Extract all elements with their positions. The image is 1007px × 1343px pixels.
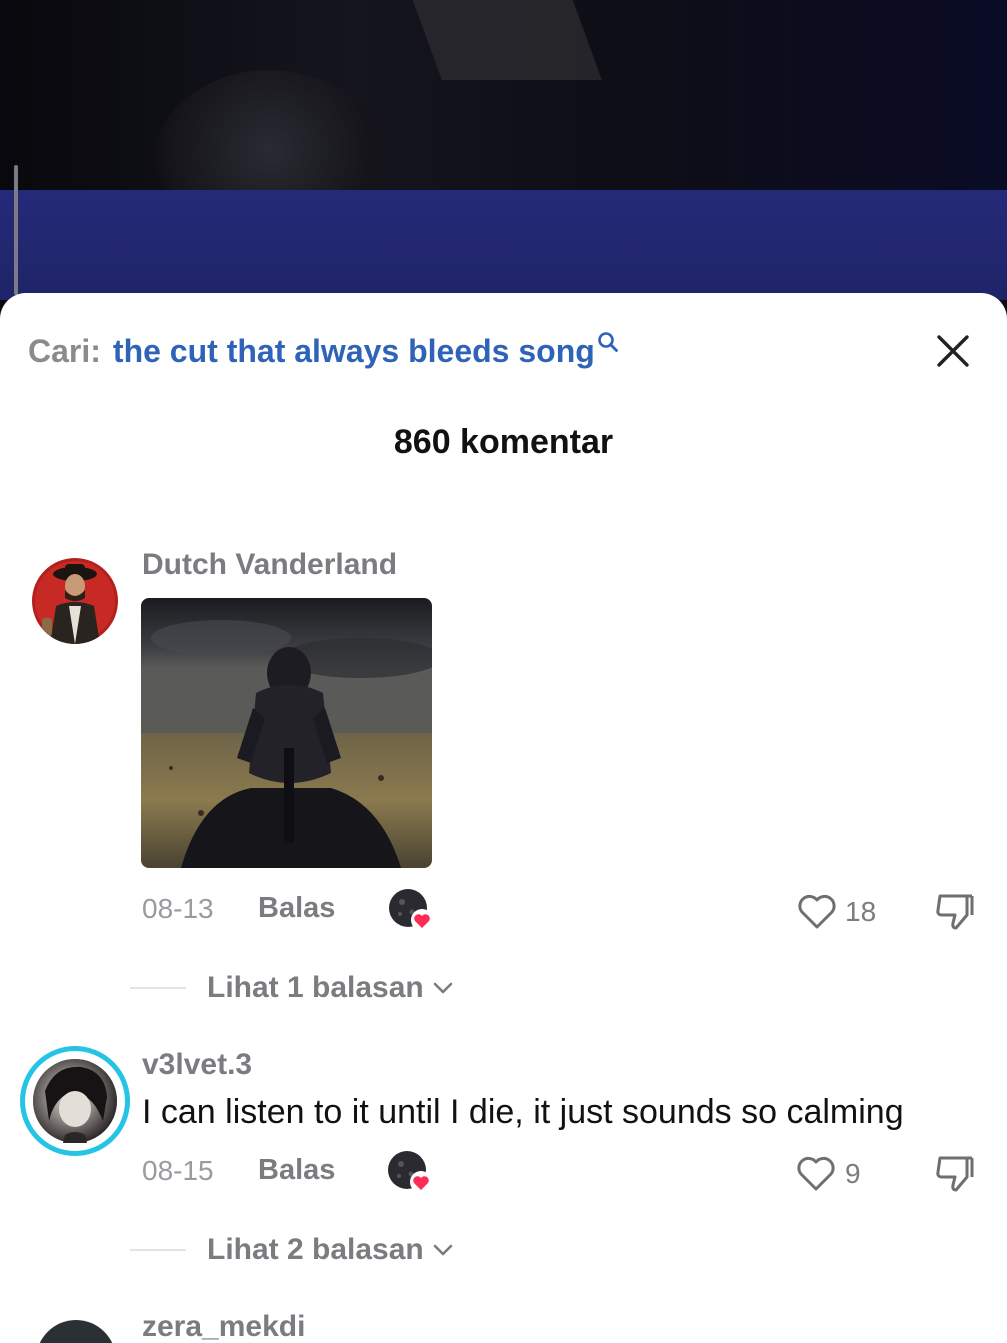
- comment-date: 08-13: [142, 893, 214, 924]
- chevron-down-icon: [432, 981, 454, 995]
- comments-sheet: Cari: the cut that always bleeds song 86…: [0, 293, 1007, 1343]
- replies-divider: [130, 987, 186, 989]
- heart-icon[interactable]: [797, 892, 837, 930]
- avatar[interactable]: [32, 558, 118, 644]
- creator-liked-icon: [388, 888, 434, 934]
- comment-username[interactable]: zera_mekdi: [142, 1310, 305, 1343]
- close-icon[interactable]: [935, 333, 971, 369]
- heart-icon[interactable]: [796, 1154, 836, 1192]
- like-count: 18: [845, 896, 877, 927]
- search-suggestion[interactable]: Cari: the cut that always bleeds song: [28, 323, 619, 379]
- comment-username[interactable]: Dutch Vanderland: [142, 548, 397, 582]
- view-replies-label: Lihat 1 balasan: [207, 971, 424, 1004]
- search-prefix: Cari:: [28, 332, 101, 369]
- reply-button[interactable]: Balas: [258, 1154, 335, 1187]
- search-query-link[interactable]: the cut that always bleeds song: [113, 333, 595, 370]
- dislike-icon[interactable]: [934, 891, 976, 931]
- comment-count: 860 komentar: [393, 423, 614, 461]
- comment-image[interactable]: [141, 598, 432, 868]
- view-replies-button[interactable]: Lihat 2 balasan: [130, 1230, 454, 1270]
- video-scrub-indicator[interactable]: [14, 165, 18, 295]
- avatar-story-ring[interactable]: [20, 1046, 130, 1156]
- comment-date: 08-15: [142, 1155, 214, 1186]
- avatar[interactable]: [36, 1320, 116, 1343]
- comment-text: I can listen to it until I die, it just …: [142, 1093, 904, 1131]
- dislike-icon[interactable]: [934, 1153, 976, 1193]
- view-replies-label: Lihat 2 balasan: [207, 1233, 424, 1266]
- replies-divider: [130, 1249, 186, 1251]
- video-player[interactable]: [0, 0, 1007, 300]
- comment-username[interactable]: v3lvet.3: [142, 1048, 252, 1082]
- view-replies-button[interactable]: Lihat 1 balasan: [130, 968, 454, 1008]
- video-frame-floor: [0, 190, 1007, 300]
- like-count: 9: [845, 1158, 861, 1189]
- search-icon: [597, 331, 619, 353]
- reply-button[interactable]: Balas: [258, 892, 335, 925]
- creator-liked-icon: [387, 1150, 433, 1196]
- chevron-down-icon: [432, 1243, 454, 1257]
